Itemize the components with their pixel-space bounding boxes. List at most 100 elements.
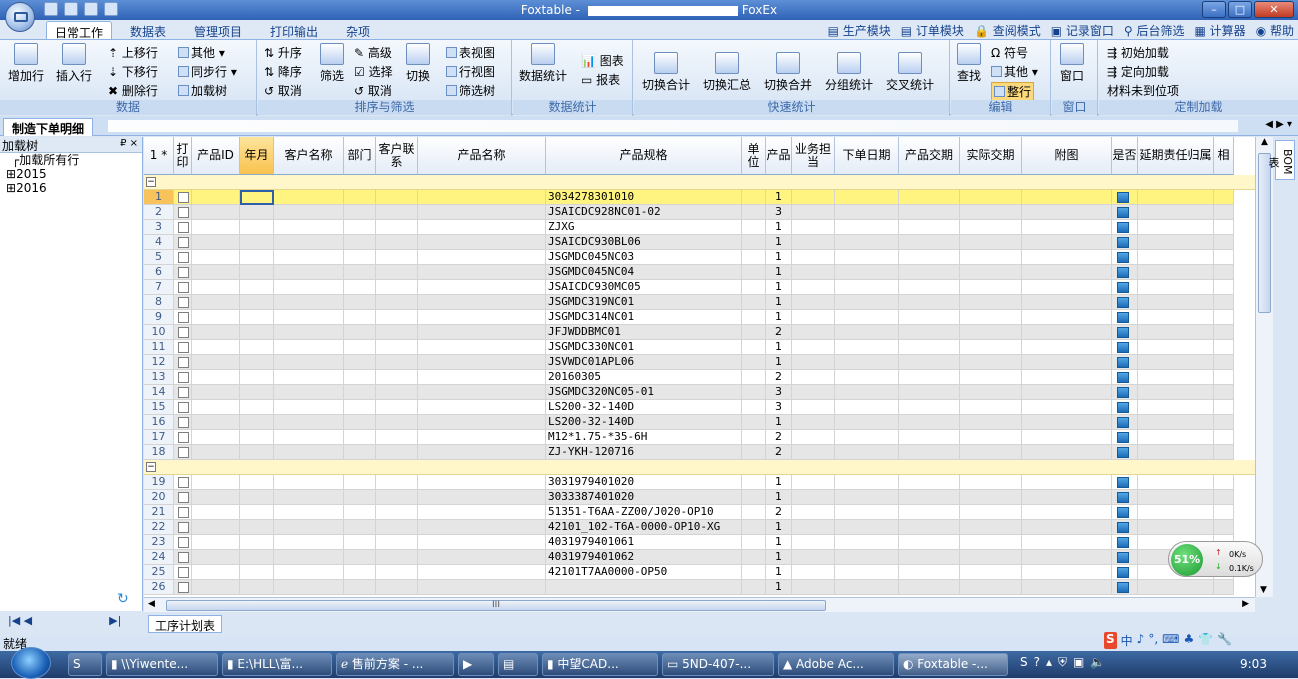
cell-actual-due-date[interactable] xyxy=(960,250,1022,265)
filter-button[interactable]: 筛选 xyxy=(320,43,344,84)
cell-unit[interactable] xyxy=(742,400,766,415)
cell-sales-rep[interactable] xyxy=(792,190,835,205)
background-filter-button[interactable]: ⚲ 后台筛选 xyxy=(1124,22,1185,39)
cell-attachment[interactable] xyxy=(1022,280,1112,295)
cell-customer-contact[interactable] xyxy=(376,250,418,265)
cell-yes-no[interactable] xyxy=(1112,190,1138,205)
group-collapse-icon[interactable]: − xyxy=(146,177,156,187)
cell-sales-rep[interactable] xyxy=(792,325,835,340)
cell-actual-due-date[interactable] xyxy=(960,475,1022,490)
column-header-customer-name[interactable]: 客户名称 xyxy=(274,137,344,175)
cell-customer-name[interactable] xyxy=(274,565,344,580)
cell-attachment[interactable] xyxy=(1022,385,1112,400)
cell-product-due-date[interactable] xyxy=(899,490,960,505)
cell-customer-name[interactable] xyxy=(274,580,344,595)
system-tray[interactable]: S ? ▴ ⛨ ▣ 🔈 xyxy=(1020,655,1105,670)
horizontal-scrollbar[interactable]: ◀ III ▶ xyxy=(144,597,1255,612)
cell-product-name[interactable] xyxy=(418,550,546,565)
cell-product-spec[interactable]: JSAICDC930MC05 xyxy=(546,280,742,295)
cell-product-spec[interactable]: 3034278301010 xyxy=(546,190,742,205)
window-button[interactable]: 窗口 xyxy=(1060,43,1084,84)
cell-department[interactable] xyxy=(344,550,376,565)
cell-extra[interactable] xyxy=(1214,250,1234,265)
cell-sales-rep[interactable] xyxy=(792,490,835,505)
cell-product-qty[interactable]: 1 xyxy=(766,565,792,580)
group-header-row[interactable]: − xyxy=(144,175,1255,190)
cell-product-spec[interactable]: 4031979401061 xyxy=(546,535,742,550)
tab-print-output[interactable]: 打印输出 xyxy=(262,21,326,39)
cell-customer-name[interactable] xyxy=(274,310,344,325)
cell-product-spec[interactable]: 20160305 xyxy=(546,370,742,385)
cell-yes-no[interactable] xyxy=(1112,400,1138,415)
cell-yes-no[interactable] xyxy=(1112,580,1138,595)
yes-no-checkbox[interactable] xyxy=(1117,582,1129,593)
cell-year-month[interactable] xyxy=(240,190,274,205)
sort-desc-button[interactable]: ⇅ 降序 xyxy=(264,63,302,80)
cell-product-id[interactable] xyxy=(192,190,240,205)
print-checkbox[interactable] xyxy=(178,432,189,443)
cell-product-qty[interactable]: 1 xyxy=(766,310,792,325)
cell-product-due-date[interactable] xyxy=(899,445,960,460)
cell-product-qty[interactable]: 1 xyxy=(766,520,792,535)
cell-print[interactable] xyxy=(174,250,192,265)
cell-product-id[interactable] xyxy=(192,355,240,370)
cell-product-id[interactable] xyxy=(192,310,240,325)
cell-customer-contact[interactable] xyxy=(376,580,418,595)
cell-product-id[interactable] xyxy=(192,580,240,595)
cell-delay-responsibility[interactable] xyxy=(1138,505,1214,520)
print-checkbox[interactable] xyxy=(178,357,189,368)
cell-unit[interactable] xyxy=(742,190,766,205)
doc-tab-manufacturing-order[interactable]: 制造下单明细 xyxy=(3,118,94,136)
cell-product-name[interactable] xyxy=(418,430,546,445)
cell-product-spec[interactable]: M12*1.75-*35-6H xyxy=(546,430,742,445)
cell-extra[interactable] xyxy=(1214,280,1234,295)
print-checkbox[interactable] xyxy=(178,222,189,233)
cell-customer-contact[interactable] xyxy=(376,535,418,550)
cell-unit[interactable] xyxy=(742,490,766,505)
taskbar-item-folder[interactable]: ▤ xyxy=(498,653,538,676)
cell-actual-due-date[interactable] xyxy=(960,550,1022,565)
calculator-button[interactable]: ▦ 计算器 xyxy=(1195,22,1246,39)
cell-sales-rep[interactable] xyxy=(792,505,835,520)
cell-sales-rep[interactable] xyxy=(792,520,835,535)
cell-customer-name[interactable] xyxy=(274,370,344,385)
cell-department[interactable] xyxy=(344,220,376,235)
cell-actual-due-date[interactable] xyxy=(960,280,1022,295)
cell-customer-name[interactable] xyxy=(274,475,344,490)
cell-product-id[interactable] xyxy=(192,490,240,505)
cell-order-date[interactable] xyxy=(835,580,899,595)
cell-product-spec[interactable]: JSGMDC319NC01 xyxy=(546,295,742,310)
cell-product-due-date[interactable] xyxy=(899,565,960,580)
cell-product-qty[interactable]: 2 xyxy=(766,430,792,445)
row-view-button[interactable]: 行视图 xyxy=(446,63,495,80)
print-checkbox[interactable] xyxy=(178,537,189,548)
lookup-mode-button[interactable]: 🔒 查阅模式 xyxy=(974,22,1041,39)
cell-product-name[interactable] xyxy=(418,385,546,400)
table-row[interactable]: 26 1 xyxy=(144,580,1255,595)
cell-extra[interactable] xyxy=(1214,295,1234,310)
cell-year-month[interactable] xyxy=(240,475,274,490)
table-row[interactable]: 25 42101T7AA0000-OP50 1 xyxy=(144,565,1255,580)
cell-customer-name[interactable] xyxy=(274,220,344,235)
cell-customer-contact[interactable] xyxy=(376,475,418,490)
select-filter-button[interactable]: ☑ 选择 xyxy=(354,63,393,80)
cell-extra[interactable] xyxy=(1214,400,1234,415)
cell-print[interactable] xyxy=(174,535,192,550)
yes-no-checkbox[interactable] xyxy=(1117,372,1129,383)
cell-sales-rep[interactable] xyxy=(792,385,835,400)
cell-customer-contact[interactable] xyxy=(376,385,418,400)
cell-product-spec[interactable]: 4031979401062 xyxy=(546,550,742,565)
print-checkbox[interactable] xyxy=(178,477,189,488)
cell-product-name[interactable] xyxy=(418,355,546,370)
cell-actual-due-date[interactable] xyxy=(960,415,1022,430)
cell-attachment[interactable] xyxy=(1022,250,1112,265)
cell-year-month[interactable] xyxy=(240,370,274,385)
cell-unit[interactable] xyxy=(742,445,766,460)
cell-attachment[interactable] xyxy=(1022,430,1112,445)
cell-actual-due-date[interactable] xyxy=(960,310,1022,325)
cell-product-name[interactable] xyxy=(418,190,546,205)
cell-product-id[interactable] xyxy=(192,340,240,355)
table-row[interactable]: 24 4031979401062 1 xyxy=(144,550,1255,565)
cell-product-id[interactable] xyxy=(192,415,240,430)
column-header-department[interactable]: 部门 xyxy=(344,137,376,175)
